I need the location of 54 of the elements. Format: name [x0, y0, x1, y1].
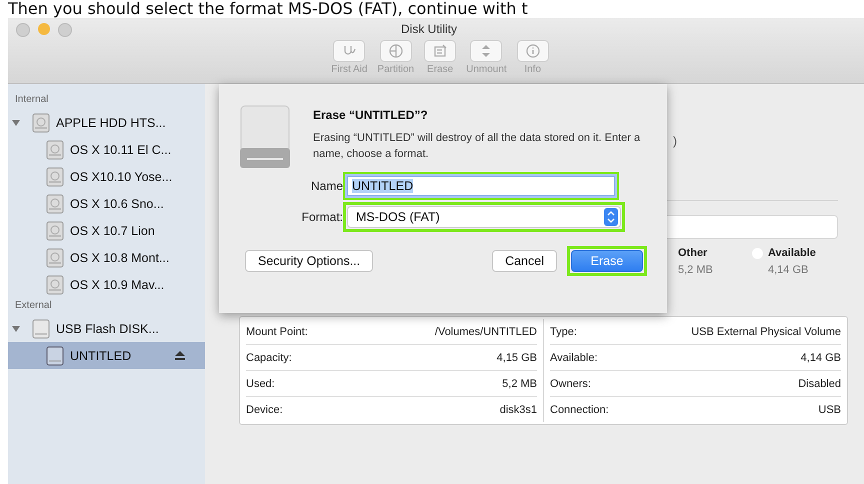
name-field[interactable]: UNTITLED — [347, 176, 615, 196]
sidebar-item[interactable]: UNTITLED — [8, 342, 205, 369]
window-title: Disk Utility — [401, 22, 457, 36]
table-cell: /Volumes/UNTITLED — [434, 326, 537, 338]
section-label: Internal — [14, 94, 50, 107]
dialog-button[interactable]: Security Options... — [245, 250, 374, 272]
table-cell: Used: — [246, 378, 275, 390]
legend-label: Available — [768, 247, 817, 259]
sidebar-item[interactable]: OS X 10.7 Lion — [8, 217, 205, 244]
legend-value: 5,2 MB — [678, 264, 714, 276]
stethoscope-icon — [333, 40, 366, 62]
drive-icon — [32, 318, 50, 338]
format-dropdown[interactable]: MS-DOS (FAT) — [347, 206, 621, 228]
table-cell: Available: — [550, 352, 598, 364]
eraser-icon — [424, 40, 456, 62]
disclosure-triangle-icon[interactable] — [12, 324, 20, 332]
eject-icon — [470, 40, 502, 62]
section-label: External — [14, 300, 53, 313]
table-cell: Disabled — [798, 378, 841, 390]
table-cell: Device: — [246, 404, 283, 416]
sidebar-item[interactable]: OS X10.10 Yose... — [8, 163, 205, 190]
page-caption: Then you should select the format MS-DOS (FAT), continue with t — [8, 0, 528, 18]
sidebar-item[interactable]: APPLE HDD HTS... — [8, 109, 205, 136]
table-cell: Mount Point: — [246, 326, 308, 338]
field-label: Format: — [300, 210, 343, 224]
sidebar-item[interactable]: OS X 10.6 Sno... — [8, 190, 205, 217]
table-cell: Type: — [550, 326, 577, 338]
table-cell: 5,2 MB — [502, 378, 537, 390]
dialog-button[interactable]: Cancel — [492, 250, 557, 272]
eject-icon[interactable] — [175, 351, 185, 360]
sidebar-item[interactable]: OS X 10.11 El C... — [8, 136, 205, 163]
table-cell: 4,15 GB — [496, 352, 537, 364]
sidebar-item[interactable]: OS X 10.9 Mav... — [8, 271, 205, 298]
dialog-message: Erasing “UNTITLED” will destroy of all the data stored on it. Enter a name, choose a format. — [313, 131, 642, 162]
chevron-up-down-icon — [604, 208, 618, 226]
dialog-title: Erase “UNTITLED”? — [313, 108, 429, 122]
table-cell: disk3s1 — [500, 404, 537, 416]
table-cell: USB — [818, 404, 841, 416]
pie-icon — [380, 40, 412, 62]
table-cell: Capacity: — [246, 352, 292, 364]
field-label: Name — [310, 179, 343, 193]
table-cell: 4,14 GB — [800, 352, 841, 364]
drive-icon — [46, 346, 64, 366]
volume-subtitle: ) — [673, 134, 677, 148]
legend-value: 4,14 GB — [768, 264, 810, 276]
hard-disk-icon — [239, 104, 291, 170]
disclosure-triangle-icon[interactable] — [12, 118, 20, 126]
sidebar-item[interactable]: OS X 10.8 Mont... — [8, 244, 205, 271]
legend-label: Other — [678, 247, 708, 259]
table-cell: USB External Physical Volume — [691, 326, 841, 338]
sidebar-item[interactable]: USB Flash DISK... — [8, 315, 205, 342]
table-cell: Connection: — [550, 404, 609, 416]
info-icon — [516, 40, 549, 62]
table-cell: Owners: — [550, 378, 591, 390]
